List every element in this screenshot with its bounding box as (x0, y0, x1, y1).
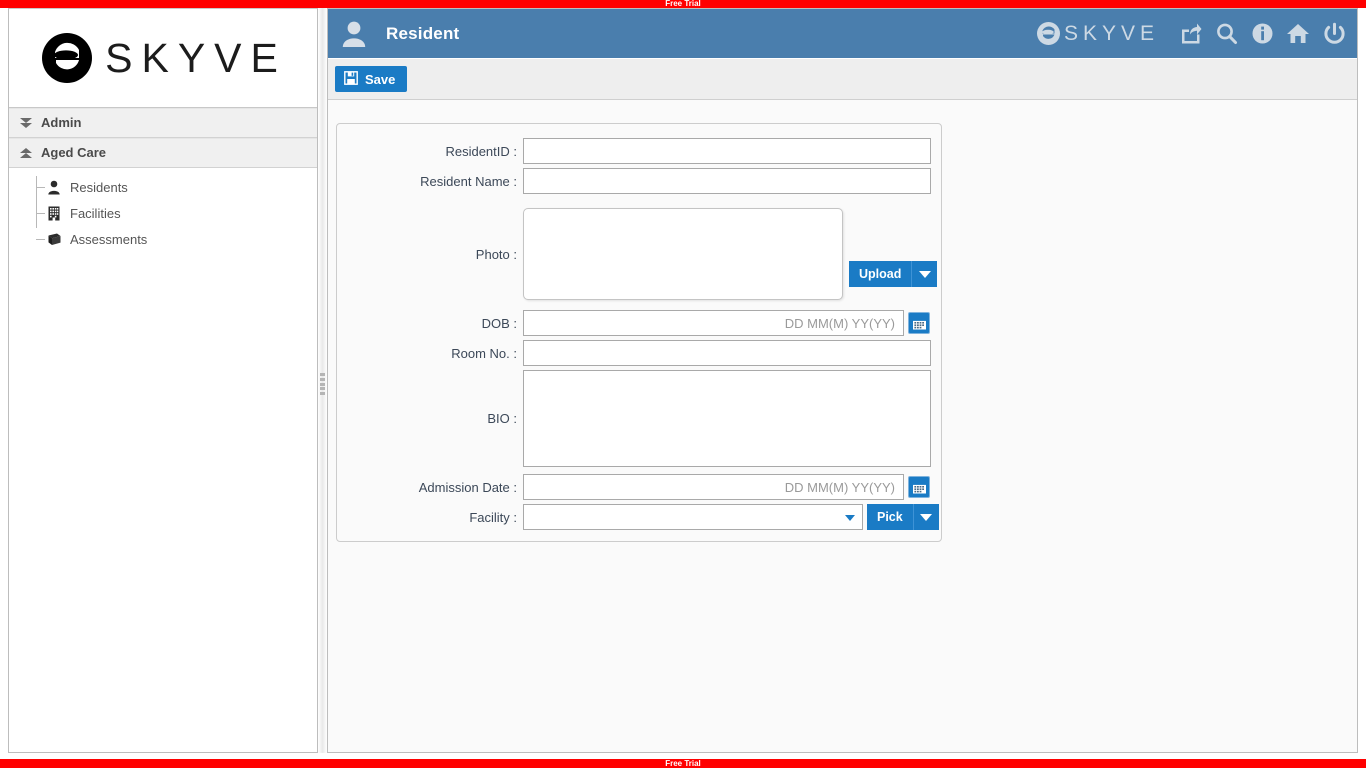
power-icon[interactable] (1321, 21, 1347, 47)
facility-combobox[interactable] (523, 504, 863, 530)
chevron-double-up-icon (19, 146, 33, 160)
field-room-no: Room No. : (337, 340, 943, 366)
free-trial-banner-top: Free Trial (0, 0, 1366, 8)
room-no-input[interactable] (523, 340, 931, 366)
brand-name: SKYVE (105, 34, 287, 81)
tree-elbow (36, 213, 45, 214)
main-panel: Resident SKYVE Save ResidentID: Residen… (327, 8, 1358, 753)
share-export-icon[interactable] (1177, 21, 1203, 47)
splitter-grip-icon[interactable] (320, 373, 325, 395)
admission-date-input[interactable] (523, 474, 904, 500)
sidebar-item-residents[interactable]: Residents (9, 174, 317, 200)
upload-menu-button[interactable] (911, 261, 938, 287)
chevron-down-icon (918, 270, 931, 278)
app-root: Free Trial SKYVE Admin Aged Care Residen… (0, 0, 1366, 768)
field-dob-label: DOB : (481, 315, 517, 331)
pick-button[interactable]: Pick (867, 504, 913, 530)
resident-form-card: ResidentID : Resident Name : Photo : Upl… (336, 123, 942, 542)
field-facility: Facility : Pick (337, 504, 943, 530)
sidebar-group-admin-label: Admin (41, 115, 82, 130)
sidebar-item-facilities[interactable]: Facilities (9, 200, 317, 226)
sidebar-item-residents-label: Residents (70, 179, 128, 195)
sidebar-item-assessments-label: Assessments (70, 231, 148, 247)
field-bio-label: BIO : (487, 411, 517, 426)
field-resident-name: Resident Name : (337, 168, 943, 194)
logo-panel: SKYVE (9, 9, 317, 108)
sidebar-tree: Residents Facilities Assessments (9, 168, 317, 252)
dob-input[interactable] (523, 310, 904, 336)
page-title: Resident (386, 23, 460, 43)
building-icon (46, 205, 62, 221)
calendar-icon[interactable] (908, 476, 930, 498)
tree-elbow (36, 239, 45, 240)
pick-button-label: Pick (877, 510, 903, 524)
sidebar-item-facilities-label: Facilities (70, 205, 121, 221)
header-brand-label: SKYVE (1063, 21, 1159, 45)
bio-textarea[interactable] (523, 370, 931, 467)
photo-preview[interactable] (523, 208, 843, 300)
field-bio: BIO : (337, 370, 943, 467)
floppy-disk-icon (344, 70, 358, 88)
field-admission-date: Admission Date : (337, 474, 943, 500)
save-button[interactable]: Save (335, 66, 408, 92)
sidebar-group-aged-care-label: Aged Care (41, 145, 107, 160)
field-resident-id: ResidentID : (337, 138, 943, 164)
sidebar-group-aged-care[interactable]: Aged Care (9, 138, 317, 168)
upload-button-label: Upload (859, 267, 902, 281)
field-room-no-label: Room No. : (451, 345, 517, 361)
resident-id-input[interactable] (523, 138, 931, 164)
sidebar-group-admin[interactable]: Admin (9, 108, 317, 138)
field-dob: DOB : (337, 310, 943, 336)
sidebar-splitter[interactable] (318, 8, 327, 753)
app-frame: SKYVE Admin Aged Care Residents Faciliti… (0, 8, 1366, 759)
field-admission-date-label: Admission Date : (418, 479, 517, 495)
action-toolbar: Save (328, 58, 1357, 100)
save-button-label: Save (365, 71, 396, 87)
chevron-down-icon (845, 515, 855, 521)
free-trial-banner-bottom: Free Trial (0, 759, 1366, 768)
field-photo-label: Photo : (475, 246, 517, 262)
sidebar: SKYVE Admin Aged Care Residents Faciliti… (8, 8, 318, 753)
field-facility-label: Facility : (469, 509, 517, 525)
field-resident-name-label: Resident Name : (420, 173, 517, 189)
header-actions: SKYVE (1036, 21, 1347, 47)
search-icon[interactable] (1213, 21, 1239, 47)
chevron-down-icon (920, 513, 933, 521)
person-icon (340, 19, 368, 49)
resident-name-input[interactable] (523, 168, 931, 194)
skyve-logo-icon (1036, 21, 1061, 46)
tree-elbow (36, 187, 45, 188)
field-photo: Photo : Upload (337, 208, 943, 300)
header-brand: SKYVE (1036, 21, 1159, 46)
upload-button[interactable]: Upload (849, 261, 912, 287)
calendar-icon[interactable] (908, 312, 930, 334)
sidebar-item-assessments[interactable]: Assessments (9, 226, 317, 252)
chevron-double-down-icon (19, 116, 33, 130)
home-icon[interactable] (1285, 21, 1311, 47)
page-titlebar: Resident SKYVE (328, 9, 1357, 58)
pick-menu-button[interactable] (912, 504, 939, 530)
person-icon (46, 179, 62, 195)
info-icon[interactable] (1249, 21, 1275, 47)
book-icon (46, 231, 62, 247)
field-resident-id-label: ResidentID : (445, 143, 517, 159)
skyve-logo-icon (39, 30, 95, 86)
